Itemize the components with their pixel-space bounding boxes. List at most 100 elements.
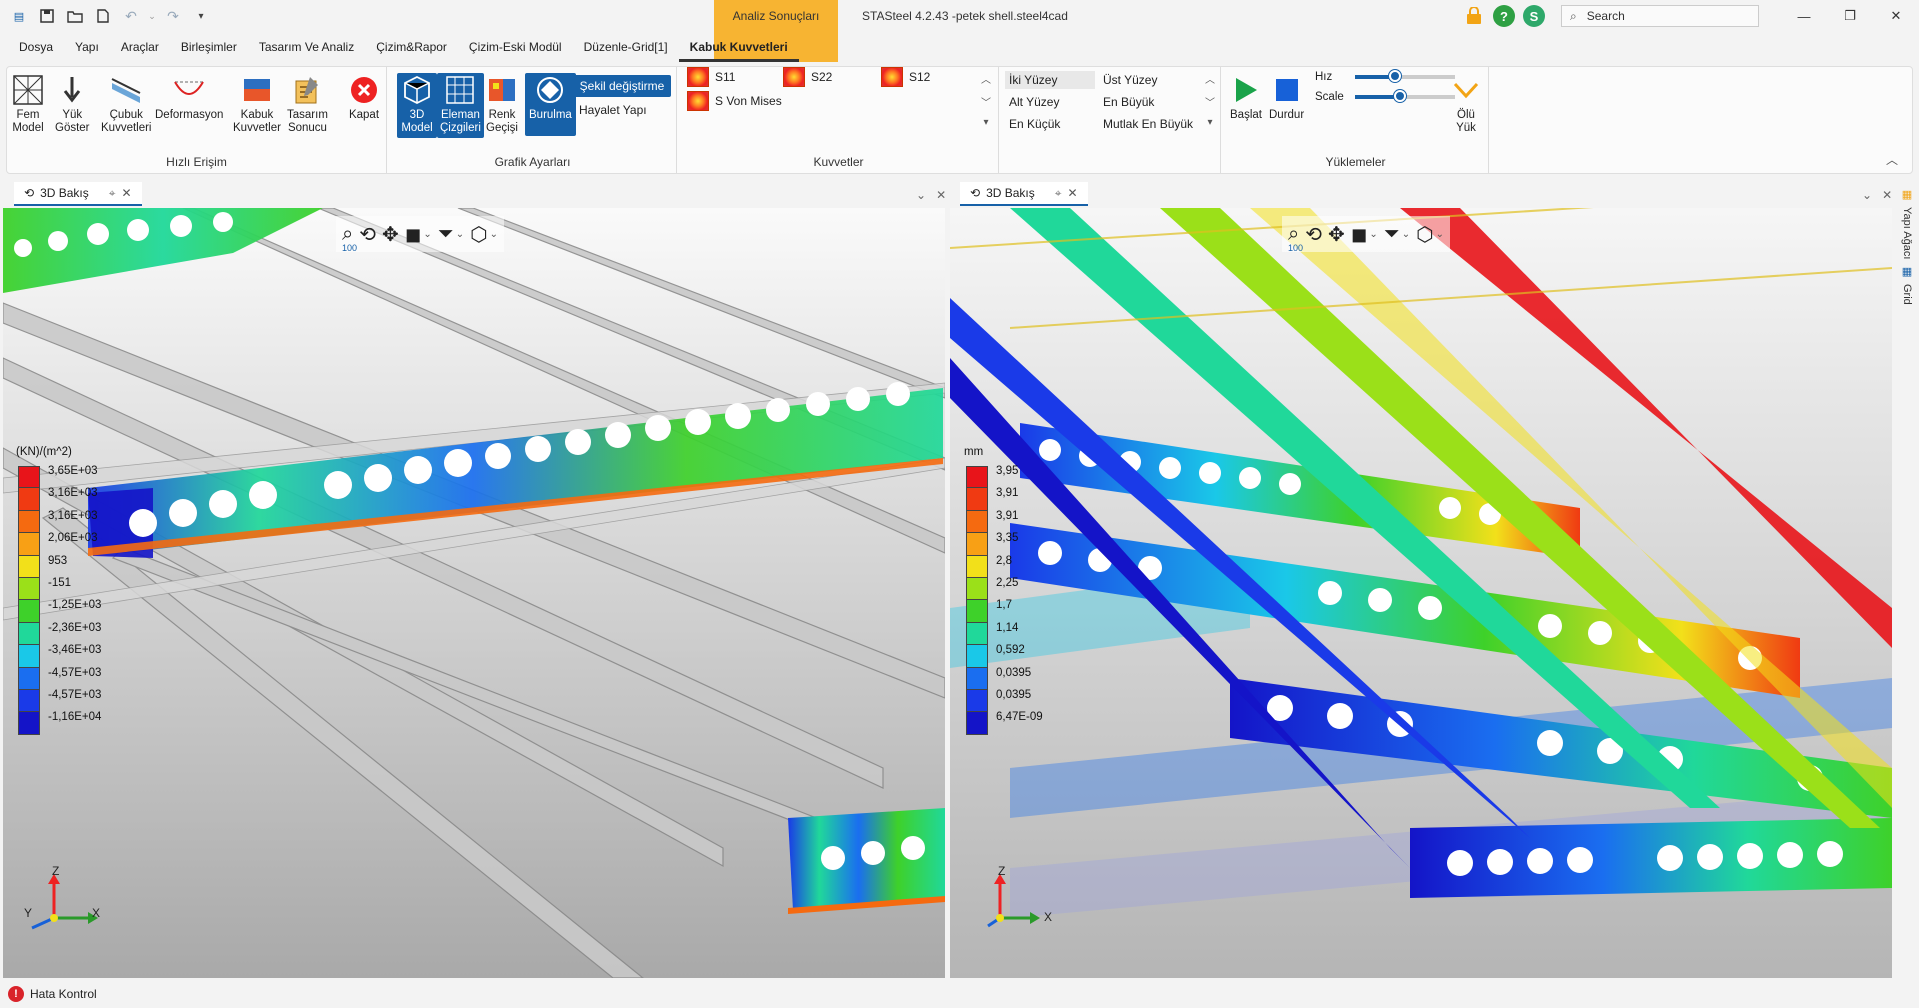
grid-icon[interactable]: ▦ <box>1902 265 1912 278</box>
chevron-down-icon[interactable]: ⌄ <box>490 229 498 240</box>
tasarim-sonucu-button[interactable]: Tasarım Sonucu <box>287 73 328 135</box>
menu-item-3[interactable]: Birleşimler <box>170 40 248 62</box>
ust-yuzey-option[interactable]: Üst Yüzey <box>1103 73 1157 87</box>
help-icon[interactable]: ? <box>1493 5 1515 27</box>
scroll-down-icon[interactable]: ﹀ <box>1205 94 1215 109</box>
olu-yuk-dropdown[interactable]: Ölü Yük <box>1449 73 1483 135</box>
yuk-goster-button[interactable]: Yük Göster <box>55 73 90 135</box>
hayalet-yapi-button[interactable]: Hayalet Yapı <box>579 103 647 117</box>
rotate-button[interactable]: ⟲ <box>1305 222 1322 247</box>
context-tab-analiz-sonuclari[interactable]: Analiz Sonuçları <box>714 0 838 32</box>
minimize-button[interactable]: — <box>1781 0 1827 32</box>
3d-model-button[interactable]: 3D Model <box>397 73 437 138</box>
scroll-up-icon[interactable]: ︿ <box>1205 71 1215 86</box>
kuvvetler-scroll[interactable]: ︿ ﹀ ▾ <box>979 71 993 128</box>
view-cube-button[interactable]: ◼ ⌄ <box>1351 222 1378 247</box>
hiz-slider-handle[interactable] <box>1389 70 1401 82</box>
kabuk-kuvvetler-button[interactable]: Kabuk Kuvvetler <box>233 73 281 135</box>
eleman-cizgileri-button[interactable]: Eleman Çizgileri <box>437 73 484 138</box>
scale-slider[interactable] <box>1355 90 1455 102</box>
sidebar-item-grid[interactable]: Grid <box>1901 284 1913 305</box>
renk-gecisi-button[interactable]: Renk Geçişi <box>485 73 519 135</box>
zoom-button[interactable]: ⌕ 100 <box>342 223 357 253</box>
chevron-down-icon[interactable]: ⌄ <box>423 229 431 240</box>
s22-option[interactable]: S22 <box>783 67 832 87</box>
mutlak-en-buyuk-option[interactable]: Mutlak En Büyük <box>1103 117 1193 131</box>
alt-yuzey-option[interactable]: Alt Yüzey <box>1009 95 1059 109</box>
baslat-button[interactable]: Başlat <box>1229 73 1263 122</box>
fem-model-button[interactable]: Fem Model <box>11 73 45 135</box>
en-kucuk-option[interactable]: En Küçük <box>1009 117 1060 131</box>
panel-close-icon[interactable]: ✕ <box>1882 188 1892 202</box>
customize-toolbar-icon[interactable]: ▾ <box>188 3 214 29</box>
new-file-icon[interactable] <box>90 3 116 29</box>
menu-item-6[interactable]: Çizim-Eski Modül <box>458 40 573 62</box>
menu-item-2[interactable]: Araçlar <box>110 40 170 62</box>
view-cube-button[interactable]: ◼ ⌄ <box>405 222 432 247</box>
pan-button[interactable]: ✥ <box>1328 222 1345 247</box>
iki-yuzey-option[interactable]: İki Yüzey <box>1005 71 1095 89</box>
s12-option[interactable]: S12 <box>881 67 930 87</box>
right-model-render[interactable] <box>950 208 1892 978</box>
scroll-more-icon[interactable]: ▾ <box>1207 117 1212 128</box>
burulma-button[interactable]: Burulma <box>525 73 576 136</box>
section-box-button[interactable]: ⬡ ⌄ <box>470 222 498 247</box>
pin-icon[interactable]: ⌖ <box>1055 186 1062 201</box>
filter-button[interactable]: ⏷ ⌄ <box>1384 223 1410 246</box>
section-box-button[interactable]: ⬡ ⌄ <box>1416 222 1444 247</box>
redo-icon[interactable]: ↷ <box>160 3 186 29</box>
app-logo-icon[interactable]: ▤ <box>6 3 32 29</box>
tab-3d-bakis-right[interactable]: ⟲ 3D Bakış ⌖ ✕ <box>960 182 1088 206</box>
menu-item-0[interactable]: Dosya <box>8 40 64 62</box>
panel-menu-icon[interactable]: ⌄ <box>1862 188 1872 202</box>
restore-button[interactable]: ❐ <box>1827 0 1873 32</box>
menu-item-7[interactable]: Düzenle-Grid[1] <box>573 40 679 62</box>
cubuk-kuvvetleri-button[interactable]: Çubuk Kuvvetleri <box>101 73 152 135</box>
surface-scroll[interactable]: ︿ ﹀ ▾ <box>1203 71 1217 128</box>
collapse-ribbon-icon[interactable]: ︿ <box>1886 151 1898 168</box>
lock-icon[interactable] <box>1463 5 1485 27</box>
chevron-down-icon[interactable]: ⌄ <box>456 229 464 240</box>
hiz-slider[interactable] <box>1355 70 1455 82</box>
user-avatar[interactable]: S <box>1523 5 1545 27</box>
panel-close-icon[interactable]: ✕ <box>936 188 946 202</box>
sekil-degistirme-button[interactable]: Şekil değiştirme <box>573 75 671 97</box>
hata-kontrol-button[interactable]: Hata Kontrol <box>30 987 97 1001</box>
panel-menu-icon[interactable]: ⌄ <box>916 188 926 202</box>
s11-option[interactable]: S11 <box>687 67 735 87</box>
menu-item-1[interactable]: Yapı <box>64 40 110 62</box>
zoom-button[interactable]: ⌕ 100 <box>1288 223 1303 253</box>
scroll-more-icon[interactable]: ▾ <box>983 117 988 128</box>
chevron-down-icon[interactable]: ⌄ <box>1436 229 1444 240</box>
menu-item-4[interactable]: Tasarım Ve Analiz <box>248 40 365 62</box>
search-input[interactable]: ⌕ Search <box>1561 5 1759 27</box>
scroll-up-icon[interactable]: ︿ <box>981 71 991 86</box>
right-3d-viewport[interactable] <box>950 208 1892 978</box>
undo-icon[interactable]: ↶ <box>118 3 144 29</box>
pin-icon[interactable]: ⌖ <box>109 186 116 201</box>
undo-dropdown-icon[interactable]: ⌄ <box>146 3 158 29</box>
kapat-button[interactable]: Kapat <box>347 73 381 122</box>
en-buyuk-option[interactable]: En Büyük <box>1103 95 1154 109</box>
close-window-button[interactable]: ✕ <box>1873 0 1919 32</box>
scroll-down-icon[interactable]: ﹀ <box>981 94 991 109</box>
left-model-render[interactable] <box>3 208 945 978</box>
open-folder-icon[interactable] <box>62 3 88 29</box>
close-tab-icon[interactable]: ✕ <box>122 186 132 200</box>
pan-button[interactable]: ✥ <box>382 222 399 247</box>
sidebar-item-yapi-agaci[interactable]: Yapı Ağacı <box>1901 207 1913 259</box>
save-icon[interactable] <box>34 3 60 29</box>
close-tab-icon[interactable]: ✕ <box>1068 186 1078 200</box>
menu-item-5[interactable]: Çizim&Rapor <box>365 40 458 62</box>
left-3d-viewport[interactable] <box>3 208 945 978</box>
structure-tree-icon[interactable]: ▦ <box>1902 188 1912 201</box>
menu-item-8[interactable]: Kabuk Kuvvetleri <box>678 40 799 62</box>
chevron-down-icon[interactable]: ⌄ <box>1402 229 1410 240</box>
scale-slider-handle[interactable] <box>1394 90 1406 102</box>
filter-button[interactable]: ⏷ ⌄ <box>438 223 464 246</box>
chevron-down-icon[interactable]: ⌄ <box>1369 229 1377 240</box>
durdur-button[interactable]: Durdur <box>1269 73 1304 122</box>
deformasyon-button[interactable]: Deformasyon <box>155 73 223 122</box>
s-von-mises-option[interactable]: S Von Mises <box>687 91 782 111</box>
rotate-button[interactable]: ⟲ <box>359 222 376 247</box>
